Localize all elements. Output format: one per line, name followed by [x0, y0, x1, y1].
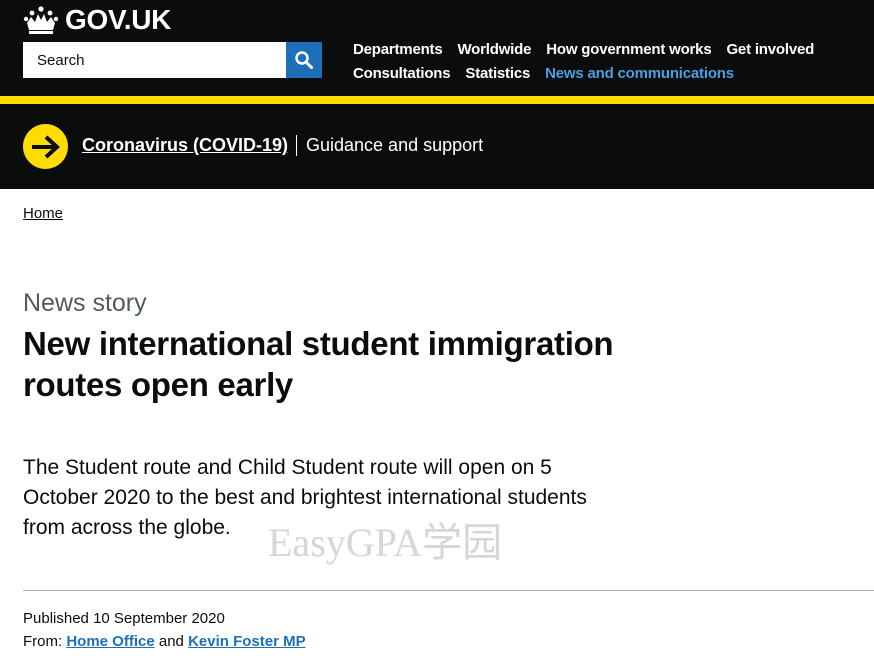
- crown-icon: [23, 6, 59, 34]
- from-label: From:: [23, 633, 63, 650]
- nav-news-and-communications[interactable]: News and communications: [545, 65, 734, 82]
- lead-paragraph: The Student route and Child Student rout…: [23, 456, 587, 539]
- breadcrumb: Home: [23, 205, 63, 222]
- main-navigation: Departments Worldwide How government wor…: [353, 38, 853, 86]
- published-date: 10 September 2020: [93, 610, 225, 627]
- site-header: GOV.UK Departments Worldwide How governm…: [0, 0, 874, 96]
- kevin-foster-link[interactable]: Kevin Foster MP: [188, 633, 306, 650]
- search-input[interactable]: [23, 42, 286, 78]
- search-icon: [295, 51, 313, 69]
- nav-worldwide[interactable]: Worldwide: [458, 41, 532, 58]
- nav-statistics[interactable]: Statistics: [465, 65, 530, 82]
- page-caption: News story: [23, 289, 147, 317]
- covid-divider: [296, 135, 297, 156]
- arrow-right-icon[interactable]: [23, 124, 68, 169]
- logo-text: GOV.UK: [65, 4, 172, 35]
- section-divider: [23, 590, 874, 591]
- search-button[interactable]: [286, 42, 322, 78]
- from-line: From: Home Office and Kevin Foster MP: [23, 630, 306, 653]
- header-yellow-bar: [0, 96, 874, 104]
- home-office-link[interactable]: Home Office: [66, 633, 154, 650]
- publication-metadata: Published 10 September 2020 From: Home O…: [23, 607, 306, 653]
- covid-link[interactable]: Coronavirus (COVID-19): [82, 134, 288, 156]
- covid-subtitle: Guidance and support: [306, 135, 484, 155]
- nav-how-government-works[interactable]: How government works: [546, 41, 711, 58]
- nav-get-involved[interactable]: Get involved: [726, 41, 814, 58]
- nav-consultations[interactable]: Consultations: [353, 65, 451, 82]
- search-form: [23, 42, 322, 78]
- page-title: New international student immigration ro…: [23, 325, 614, 403]
- nav-departments[interactable]: Departments: [353, 41, 443, 58]
- and-text: and: [158, 633, 184, 650]
- published-label: Published: [23, 610, 89, 627]
- breadcrumb-home-link[interactable]: Home: [23, 205, 63, 222]
- covid-banner: Coronavirus (COVID-19) Guidance and supp…: [0, 104, 874, 189]
- govuk-logo-link[interactable]: GOV.UK: [23, 4, 171, 36]
- published-line: Published 10 September 2020: [23, 607, 306, 630]
